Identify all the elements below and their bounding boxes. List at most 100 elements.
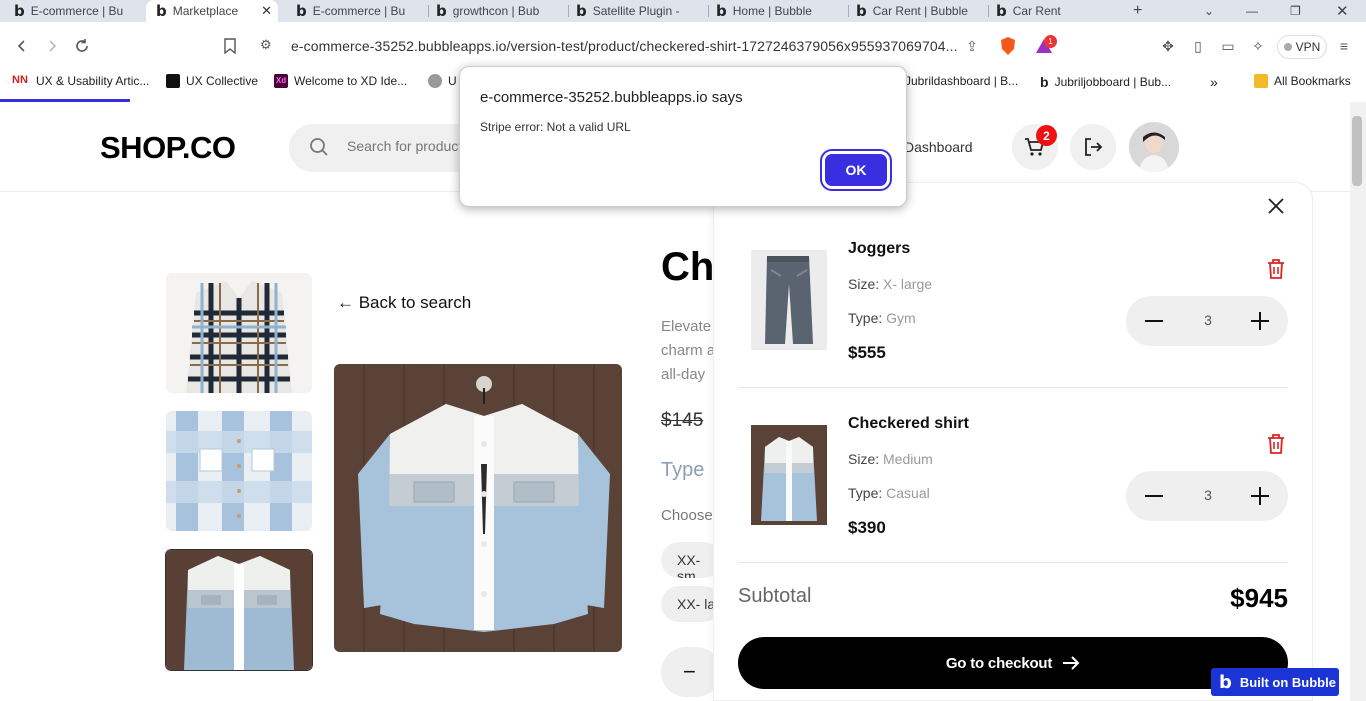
cart-item-size: Size: Medium bbox=[848, 451, 933, 467]
cart-divider bbox=[738, 562, 1288, 563]
tab-ecommerce-2[interactable]: b E-commerce | Bu bbox=[296, 0, 420, 22]
product-main-image bbox=[334, 364, 622, 652]
rewards-count-badge: 1 bbox=[1044, 35, 1057, 48]
type-value: Casual bbox=[886, 485, 930, 501]
bubble-badge-label: Built on Bubble bbox=[1239, 674, 1336, 690]
decrease-quantity-button[interactable] bbox=[1140, 309, 1168, 333]
size-chip-xx-small[interactable]: XX- sm bbox=[661, 542, 721, 578]
tab-divider bbox=[848, 5, 849, 17]
site-logo[interactable]: SHOP.CO bbox=[100, 130, 236, 166]
cart-count-badge: 2 bbox=[1036, 125, 1057, 146]
decrease-quantity-button[interactable] bbox=[1140, 484, 1168, 508]
bubble-logo-icon: b bbox=[1219, 671, 1232, 693]
increase-quantity-button[interactable] bbox=[1246, 309, 1274, 333]
tab-home-bubble[interactable]: b Home | Bubble bbox=[716, 0, 840, 22]
scrollbar-thumb[interactable] bbox=[1352, 116, 1362, 186]
close-tab-icon[interactable]: ✕ bbox=[261, 3, 272, 19]
share-icon[interactable]: ⇪ bbox=[962, 36, 982, 56]
product-title: Ch bbox=[661, 245, 715, 289]
cart-item-price: $390 bbox=[848, 518, 886, 537]
extensions-icon[interactable]: ✥ bbox=[1158, 36, 1178, 56]
forward-arrow-icon[interactable] bbox=[40, 34, 64, 58]
restore-icon[interactable]: ❐ bbox=[1290, 0, 1304, 22]
description-line: all-day bbox=[661, 366, 706, 383]
tab-satellite-plugin[interactable]: b Satellite Plugin - bbox=[576, 0, 700, 22]
tab-divider bbox=[428, 5, 429, 17]
vpn-button[interactable]: VPN bbox=[1277, 35, 1327, 59]
trash-icon[interactable] bbox=[1266, 258, 1286, 280]
size-chip-xx-large[interactable]: XX- la bbox=[661, 586, 721, 622]
page-scrollbar[interactable] bbox=[1350, 102, 1366, 701]
logout-button[interactable] bbox=[1070, 124, 1116, 170]
tab-divider bbox=[708, 5, 709, 17]
back-arrow-icon[interactable] bbox=[10, 34, 34, 58]
tab-label: E-commerce | Bu bbox=[30, 4, 124, 18]
new-tab-button[interactable]: + bbox=[1133, 0, 1149, 22]
bookmark-icon[interactable] bbox=[218, 34, 242, 58]
increase-quantity-button[interactable] bbox=[1246, 484, 1274, 508]
bubble-favicon-icon: b bbox=[576, 2, 587, 20]
quantity-value[interactable]: 3 bbox=[1196, 487, 1220, 503]
bubble-favicon-icon: b bbox=[716, 2, 727, 20]
site-settings-icon[interactable]: ⚙ bbox=[260, 37, 272, 53]
tab-ecommerce-1[interactable]: b E-commerce | Bu bbox=[14, 0, 138, 22]
minimize-icon[interactable]: — bbox=[1246, 0, 1260, 22]
brave-shield-icon[interactable] bbox=[998, 36, 1018, 56]
cart-item-size: Size: X- large bbox=[848, 276, 932, 292]
built-on-bubble-badge[interactable]: b Built on Bubble bbox=[1211, 668, 1339, 696]
tab-car-rent[interactable]: b Car Rent bbox=[996, 0, 1106, 22]
all-bookmarks-folder[interactable]: All Bookmarks bbox=[1254, 74, 1351, 88]
bubble-favicon-icon: b bbox=[856, 2, 867, 20]
trash-icon[interactable] bbox=[1266, 433, 1286, 455]
product-quantity-stepper[interactable]: − bbox=[661, 647, 721, 697]
plus-icon bbox=[1251, 312, 1269, 330]
minus-icon[interactable]: − bbox=[683, 659, 696, 685]
tab-label: Marketplace bbox=[172, 4, 239, 18]
tab-car-rent-bubble[interactable]: b Car Rent | Bubble bbox=[856, 0, 980, 22]
tab-growthcon[interactable]: b growthcon | Bub bbox=[436, 0, 560, 22]
bookmark-u[interactable]: U bbox=[428, 74, 457, 88]
bookmark-jubrildashboard[interactable]: Jubrildashboard | B... bbox=[905, 74, 1018, 88]
product-thumbnail-1[interactable] bbox=[166, 273, 312, 393]
window-close-icon[interactable]: ✕ bbox=[1336, 0, 1352, 22]
subtotal-label: Subtotal bbox=[738, 585, 812, 607]
product-type-label: Type bbox=[661, 459, 705, 481]
product-thumbnail-3[interactable] bbox=[164, 548, 314, 672]
url-text[interactable]: e-commerce-35252.bubbleapps.io/version-t… bbox=[291, 38, 958, 54]
choose-size-label: Choose bbox=[661, 507, 713, 524]
bubble-favicon-icon: b bbox=[1040, 74, 1049, 90]
tab-marketplace[interactable]: b Marketplace ✕ bbox=[146, 0, 278, 22]
sidebar-icon[interactable]: ▯ bbox=[1188, 36, 1208, 56]
reload-icon[interactable] bbox=[70, 34, 94, 58]
checkout-button[interactable]: Go to checkout bbox=[738, 637, 1288, 689]
tab-divider bbox=[988, 5, 989, 17]
leo-ai-icon[interactable]: ✧ bbox=[1248, 36, 1268, 56]
bookmark-jubriljobboard[interactable]: b Jubriljobboard | Bub... bbox=[1040, 74, 1171, 90]
product-thumbnail-2[interactable] bbox=[166, 411, 312, 531]
bookmark-ux-usability[interactable]: NN UX & Usability Artic... bbox=[12, 74, 149, 88]
product-old-price: $145 bbox=[661, 410, 704, 431]
menu-icon[interactable]: ≡ bbox=[1334, 36, 1354, 56]
quantity-value[interactable]: 3 bbox=[1196, 312, 1220, 328]
bookmark-xd-ideas[interactable]: Xd Welcome to XD Ide... bbox=[274, 74, 407, 88]
cart-item-type: Type: Casual bbox=[848, 485, 930, 501]
browser-tab-strip: b E-commerce | Bu b Marketplace ✕ b E-commer… bbox=[0, 0, 1366, 22]
size-value: X- large bbox=[883, 276, 933, 292]
back-to-search-link[interactable]: ← Back to search bbox=[337, 293, 471, 313]
user-avatar[interactable] bbox=[1129, 122, 1179, 172]
ok-button[interactable]: OK bbox=[820, 149, 892, 191]
bookmark-ux-collective[interactable]: UX Collective bbox=[166, 74, 258, 88]
more-bookmarks-button[interactable]: » bbox=[1210, 74, 1218, 90]
bubble-favicon-icon: b bbox=[14, 2, 25, 20]
close-cart-icon[interactable] bbox=[1266, 196, 1286, 216]
bookmark-label: Jubriljobboard | Bub... bbox=[1054, 75, 1172, 89]
bubble-favicon-icon: b bbox=[296, 2, 307, 20]
cart-item-price: $555 bbox=[848, 343, 886, 362]
wallet-icon[interactable]: ▭ bbox=[1218, 36, 1238, 56]
tab-search-chevron-icon[interactable]: ⌄ bbox=[1204, 0, 1218, 22]
arrow-right-icon bbox=[1063, 656, 1080, 670]
folder-icon bbox=[1254, 74, 1268, 88]
dashboard-link[interactable]: Dashboard bbox=[904, 139, 973, 155]
address-bar[interactable]: ⚙ e-commerce-35252.bubbleapps.io/version… bbox=[244, 31, 988, 61]
bookmark-label: All Bookmarks bbox=[1274, 74, 1351, 88]
